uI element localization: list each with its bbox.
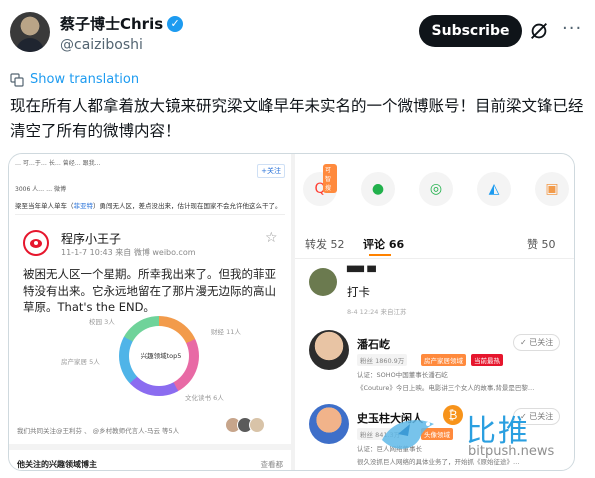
donut-label-finance: 财经 11人 [211,328,241,336]
mini-avatar [249,417,265,433]
follow-button: +关注 [257,164,285,178]
divider [15,214,285,215]
share-row: Q 可智搜 ● ◎ ◭ ▣ [303,164,571,212]
user-fans: 粉丝 1860.9万 [357,354,408,366]
weibo-username: 程序小王子 [61,232,122,246]
weibo-post-body: 被困无人区一个星期。所幸我出来了。但我的菲亚特没有出来。它永远地留在了那片漫无边… [23,267,276,314]
hot-tag: 可智搜 [323,164,337,193]
user-verification: 认证：SOHO中国董事长潘石屹 [357,371,448,379]
save-image-icon: ▣ [535,172,569,206]
commenter-avatar [309,268,337,296]
subscribe-button[interactable]: Subscribe [419,15,522,47]
commenter-name: ▀▀ ▀ [347,266,376,279]
author-display-name[interactable]: 蔡子博士Chris ✓ [60,13,184,34]
author-handle[interactable]: @caiziboshi [60,37,183,53]
profile-intro: 3006 人… … 微博 [15,186,66,193]
user-name: 潘石屹 [357,338,390,351]
comment-text: 打卡 [347,285,370,299]
tab-likes: 赞 50 [527,238,556,251]
user-avatar [309,404,349,444]
topic-pre: 梁至当年单人单车（ [15,202,74,210]
more-options-icon[interactable]: ··· [562,18,582,39]
author-names: 蔡子博士Chris ✓ @caiziboshi [60,13,184,53]
donut-label-campus: 校园 3人 [89,318,115,326]
topic-link: 菲亚特 [73,202,94,210]
wechat-icon: ● [361,172,395,206]
verified-badge-icon: ✓ [167,15,184,32]
donut-center-label: 兴趣领域top5 [140,352,182,360]
comment-meta: 8-4 12:24 来自江苏 [347,308,407,316]
tab-comments: 评论 66 [363,238,405,251]
weibo-profile-screenshot[interactable]: … 可…于… 长… 曾经… 跟我… +关注 3006 人… … 微博 梁至当年单… [9,154,291,470]
user-latest-post: 《Couture》今日上映。电影讲三个女人的故事,背景是巴黎… [357,384,535,392]
search-icon: Q 可智搜 [303,164,337,206]
svg-text:₿: ₿ [449,408,458,422]
hot-badge: 当前最热 [471,354,503,366]
domain-badge: 房产家居领域 [421,354,466,366]
interest-donut-chart: 兴趣领域top5 校园 3人 财经 11人 房产家居 5人 文化读书 6人 [61,314,241,414]
bitpush-watermark: ₿ 比推 bitpush.news [378,400,578,470]
tweet-header: 蔡子博士Chris ✓ @caiziboshi Subscribe ··· [10,12,585,56]
donut-label-realestate: 房产家居 5人 [61,358,100,366]
moments-icon: ◎ [419,172,453,206]
common-follow-text: 我们共同关注@王利芬 、 @乡村教师代言人-马云 等5人 [17,427,180,435]
tweet-text: 现在所有人都拿着放大镜来研究梁文峰早年未实名的一个微博账号！目前梁文锋已经清空了… [10,97,584,140]
topic-post: ）勇闯无人区，差点没出来，估计现在国家不会允许他这么干了。 [93,202,282,210]
weibo-logo-icon [23,230,49,256]
display-name-text: 蔡子博士Chris [60,15,164,33]
qq-icon: ◭ [477,172,511,206]
section-gap [9,444,291,450]
show-translation-link[interactable]: Show translation [10,72,139,87]
view-more-link: 查看都 [260,460,284,469]
star-icon: ☆ [265,230,278,246]
donut-label-culture: 文化读书 6人 [185,394,224,402]
author-avatar[interactable] [10,12,50,52]
tab-repost: 转发 52 [305,238,345,251]
profile-topic: 梁至当年单人单车（菲亚特）勇闯无人区，差点没出来，估计现在国家不会允许他这么干了… [15,200,285,210]
profile-topline: … 可…于… 长… 曾经… 跟我… [15,160,101,167]
user-avatar [309,330,349,370]
translate-icon [10,72,24,87]
divider [295,258,574,259]
watermark-url: bitpush.news [468,444,555,459]
interest-title: 他关注的兴趣领域博主 [17,460,97,469]
bitcoin-icon: ₿ [443,405,463,425]
followed-button: ✓ 已关注 [513,334,561,351]
bird-logo-icon [382,420,434,449]
tab-underline [369,254,391,256]
show-translation-label: Show translation [30,72,140,87]
grok-icon[interactable] [528,20,550,42]
weibo-post-meta: 11-1-7 10:43 来自 微博 weibo.com [61,248,196,257]
common-follow-avatars [225,417,285,435]
